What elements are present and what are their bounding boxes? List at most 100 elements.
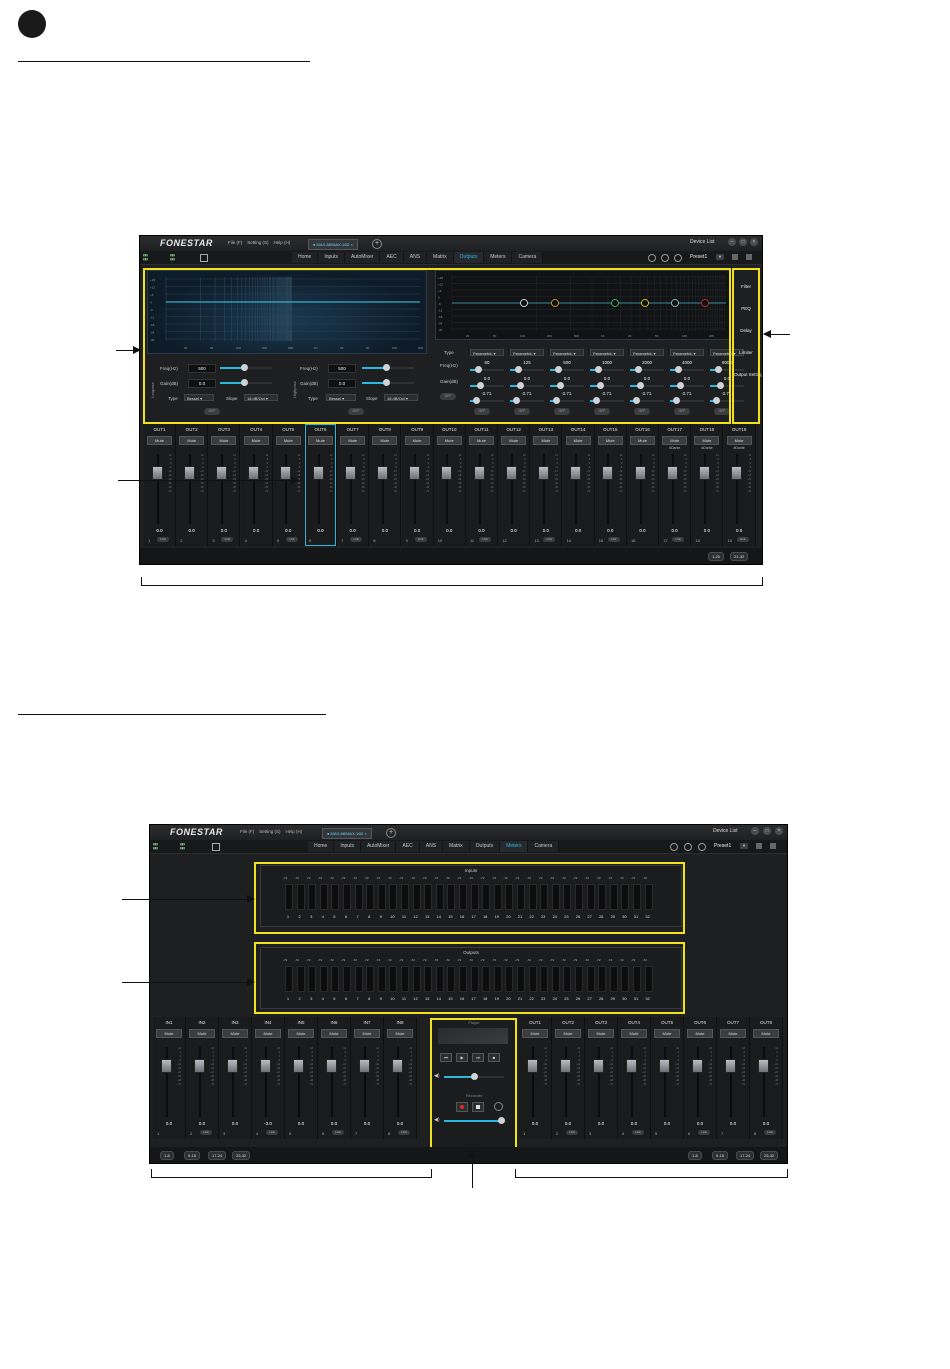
save-icon-2[interactable] [756,843,762,849]
tab-outputs[interactable]: Outputs [453,252,485,263]
page-button-out-1-8[interactable]: 1-8 [688,1151,702,1160]
s1-out15-fader-knob[interactable] [602,466,614,480]
s1-out15-value[interactable]: 0.0 [595,528,626,533]
s1-out16-value[interactable]: 0.0 [627,528,658,533]
s1-out9-link-button[interactable]: Link [414,537,427,542]
page-button-1-20[interactable]: 1-20 [708,552,725,561]
s2-in5-fader-knob[interactable] [293,1059,304,1073]
s2-in4-link-button[interactable]: Link [266,1130,278,1135]
s2-out6-value[interactable]: 0.0 [684,1121,716,1126]
s2-in4-fader-knob[interactable] [260,1059,271,1073]
s2-out5-value[interactable]: 0.0 [651,1121,683,1126]
page-button-21-32[interactable]: 21-32 [730,552,749,561]
s1-out13-value[interactable]: 0.0 [530,528,561,533]
s1-out7-link-button[interactable]: Link [350,537,363,542]
s1-out4-value[interactable]: 0.0 [241,528,272,533]
s1-out3-mute-button[interactable]: Mute [211,436,237,445]
s1-out17-fader-knob[interactable] [666,466,678,480]
s1-out9-mute-button[interactable]: Mute [404,436,430,445]
s2-in2-fader-knob[interactable] [194,1059,205,1073]
s2-in3-fader-knob[interactable] [227,1059,238,1073]
page-button-out-25-32[interactable]: 25-32 [760,1151,779,1160]
s2-in6-fader-knob[interactable] [326,1059,337,1073]
s1-out5-link-button[interactable]: Link [285,537,298,542]
volume-icon-2[interactable] [698,843,706,851]
s2-out8-mute-button[interactable]: Mute [753,1029,779,1038]
device-list-label[interactable]: Device List [690,239,714,245]
s1-out12-fader-knob[interactable] [505,466,517,480]
settings-icon-2[interactable] [684,843,692,851]
s1-out14-value[interactable]: 0.0 [563,528,594,533]
s1-out16-mute-button[interactable]: Mute [630,436,655,445]
s2-out2-mute-button[interactable]: Mute [555,1029,581,1038]
s1-out17-link-button[interactable]: Link [672,537,685,542]
s1-out6-mute-button[interactable]: Mute [308,436,333,445]
s2-out7-mute-button[interactable]: Mute [720,1029,746,1038]
s1-out15-mute-button[interactable]: Mute [597,436,623,445]
s1-out17-mute-button[interactable]: Mute [662,436,688,445]
s2-out2-value[interactable]: 0.0 [552,1121,584,1126]
s2-out4-link-button[interactable]: Link [632,1130,644,1135]
maximize-icon[interactable]: □ [739,238,747,246]
s2-out5-fader-knob[interactable] [659,1059,670,1073]
s1-out1-mute-button[interactable]: Mute [147,436,172,445]
minimize-icon-2[interactable]: – [751,827,759,835]
save-icon[interactable] [732,254,738,260]
s2-out2-link-button[interactable]: Link [566,1130,578,1135]
s1-out19-mute-button[interactable]: Mute [726,436,752,445]
s2-in8-value[interactable]: 0.0 [384,1121,416,1126]
s2-in3-mute-button[interactable]: Mute [222,1029,248,1038]
s2-out4-value[interactable]: 0.0 [618,1121,650,1126]
s1-out8-mute-button[interactable]: Mute [372,436,398,445]
export-icon-2[interactable] [770,843,776,849]
preset-label[interactable]: Preset1 [690,254,707,260]
s2-out1-value[interactable]: 0.0 [519,1121,551,1126]
s1-out1-fader-knob[interactable] [151,466,163,480]
s1-out7-mute-button[interactable]: Mute [340,436,366,445]
network-icon-2[interactable] [212,843,220,851]
s2-out4-fader-knob[interactable] [626,1059,637,1073]
tab-inputs[interactable]: Inputs [318,252,345,263]
s2-in8-link-button[interactable]: Link [398,1130,410,1135]
s1-out6-fader-knob[interactable] [312,466,324,480]
s1-out10-value[interactable]: 0.0 [434,528,465,533]
tab-automixer[interactable]: AutoMixer [344,252,381,263]
s2-in8-fader-knob[interactable] [392,1059,403,1073]
s2-in7-mute-button[interactable]: Mute [354,1029,380,1038]
s2-in1-value[interactable]: 0.0 [153,1121,185,1126]
tab-ans[interactable]: ANS [419,841,444,852]
tab-home[interactable]: Home [292,252,319,263]
s2-in2-value[interactable]: 0.0 [186,1121,218,1126]
settings-icon[interactable] [661,254,669,262]
s1-out7-value[interactable]: 0.0 [337,528,368,533]
s2-out3-value[interactable]: 0.0 [585,1121,617,1126]
s1-out18-fader-knob[interactable] [698,466,710,480]
s2-in2-link-button[interactable]: Link [200,1130,212,1135]
s2-out7-value[interactable]: 0.0 [717,1121,749,1126]
s1-out10-mute-button[interactable]: Mute [436,436,462,445]
preset-label-2[interactable]: Preset1 [714,843,731,849]
refresh-icon[interactable] [648,254,656,262]
tab-automixer[interactable]: AutoMixer [360,841,397,852]
close-icon[interactable]: × [750,238,758,246]
s2-out2-fader-knob[interactable] [560,1059,571,1073]
s1-out5-fader-knob[interactable] [280,466,292,480]
s2-in2-mute-button[interactable]: Mute [189,1029,215,1038]
network-icon[interactable] [200,254,208,262]
tab-camera[interactable]: Camera [528,841,560,852]
s1-out2-mute-button[interactable]: Mute [179,436,205,445]
s2-out6-fader-knob[interactable] [692,1059,703,1073]
tab-aec[interactable]: AEC [380,252,404,263]
s2-out6-link-button[interactable]: Link [698,1130,710,1135]
s1-out3-value[interactable]: 0.0 [208,528,239,533]
s1-out13-link-button[interactable]: Link [543,537,556,542]
add-device-icon[interactable]: + [372,239,382,249]
s1-out4-mute-button[interactable]: Mute [243,436,269,445]
s1-out5-value[interactable]: 0.0 [273,528,304,533]
s1-out3-fader-knob[interactable] [215,466,227,480]
s1-out7-fader-knob[interactable] [344,466,356,480]
s1-out8-fader-knob[interactable] [376,466,388,480]
s2-in6-mute-button[interactable]: Mute [321,1029,347,1038]
tab-home[interactable]: Home [308,841,335,852]
s1-out4-fader-knob[interactable] [248,466,260,480]
